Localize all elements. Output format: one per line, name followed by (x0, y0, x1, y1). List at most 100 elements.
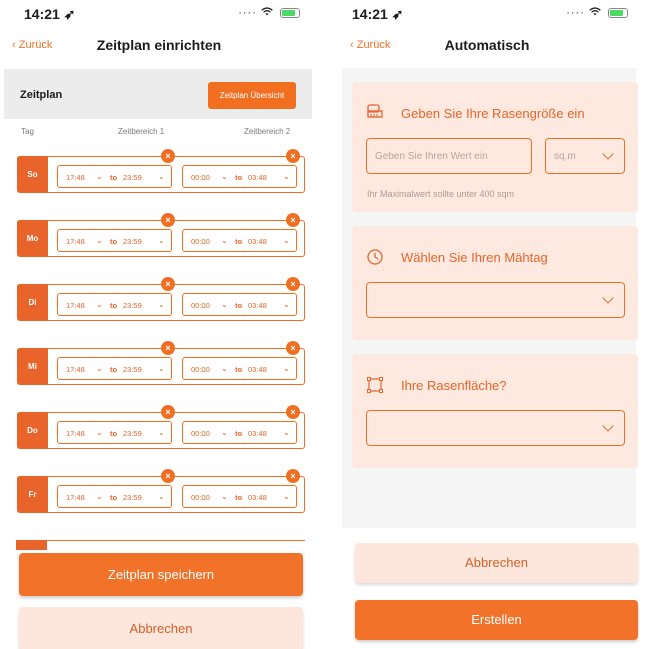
close-icon[interactable]: × (286, 213, 300, 227)
to-label: to (110, 173, 118, 182)
to-time[interactable]: 23:59 (123, 301, 142, 310)
to-time[interactable]: 23:59 (123, 429, 142, 438)
save-schedule-button[interactable]: Zeitplan speichern (19, 553, 303, 596)
to-label: to (235, 237, 243, 246)
close-icon[interactable]: × (161, 469, 175, 483)
to-time[interactable]: 03:48 (248, 365, 267, 374)
chevron-down-icon: ⌄ (221, 364, 228, 373)
from-time[interactable]: 17:48 (66, 429, 85, 438)
schedule-label: Zeitplan (20, 89, 63, 101)
chevron-down-icon: ⌄ (158, 492, 165, 501)
wifi-icon (589, 7, 605, 19)
page-title: Zeitplan einrichten (96, 37, 222, 53)
close-icon[interactable]: × (161, 341, 175, 355)
from-time[interactable]: 00:00 (191, 301, 210, 310)
to-time[interactable]: 03:48 (248, 173, 267, 182)
mow-day-select[interactable] (366, 282, 625, 318)
to-label: to (110, 365, 118, 374)
chevron-down-icon: ⌄ (283, 492, 290, 501)
close-icon[interactable]: × (286, 149, 300, 163)
to-label: to (235, 365, 243, 374)
time-range-1[interactable]: 17:48 ⌄ to 23:59 ⌄ (57, 485, 172, 508)
to-time[interactable]: 23:59 (123, 493, 142, 502)
from-time[interactable]: 17:48 (66, 237, 85, 246)
to-label: to (110, 493, 118, 502)
chevron-down-icon: ⌄ (283, 300, 290, 309)
wifi-icon (261, 7, 277, 19)
day-tag: Fr (17, 476, 48, 513)
schedule-header: Zeitplan Zeitplan Übersicht (4, 69, 312, 119)
from-time[interactable]: 17:48 (66, 301, 85, 310)
time-range-1[interactable]: 17:48 ⌄ to 23:59 ⌄ (57, 165, 172, 188)
from-time[interactable]: 00:00 (191, 365, 210, 374)
chevron-down-icon: ⌄ (96, 300, 103, 309)
day-tag: So (17, 156, 48, 193)
to-label: to (110, 237, 118, 246)
time-range-2[interactable]: 00:00 ⌄ to 03:48 ⌄ (182, 357, 297, 380)
automatic-screen: 14:21 ➶ ···· ‹ Zurück Automatisch Geben … (328, 0, 646, 649)
schedule-screen: 14:21 ➶ ···· ‹ Zurück Zeitplan einrichte… (0, 0, 318, 649)
time-range-2[interactable]: 00:00 ⌄ to 03:48 ⌄ (182, 485, 297, 508)
time-range-1[interactable]: 17:48 ⌄ to 23:59 ⌄ (57, 421, 172, 444)
cancel-button[interactable]: Abbrechen (19, 607, 303, 649)
time-range-1[interactable]: 17:48 ⌄ to 23:59 ⌄ (57, 293, 172, 316)
chevron-down-icon: ⌄ (221, 236, 228, 245)
to-time[interactable]: 23:59 (123, 365, 142, 374)
close-icon[interactable]: × (286, 405, 300, 419)
from-time[interactable]: 17:48 (66, 173, 85, 182)
day-row: So 17:48 ⌄ to 23:59 ⌄ × 00:00 ⌄ to 03:48… (17, 149, 305, 193)
close-icon[interactable]: × (286, 277, 300, 291)
chevron-down-icon: ⌄ (158, 236, 165, 245)
to-time[interactable]: 03:48 (248, 237, 267, 246)
chevron-down-icon: ⌄ (283, 428, 290, 437)
lawn-size-placeholder: Geben Sie Ihren Wert ein (375, 151, 488, 162)
nav-bar: ‹ Zurück Automatisch (328, 33, 646, 59)
close-icon[interactable]: × (286, 341, 300, 355)
lawn-size-title: Geben Sie Ihre Rasengröße ein (401, 106, 585, 121)
to-label: to (110, 429, 118, 438)
create-button[interactable]: Erstellen (355, 600, 638, 640)
to-label: to (110, 301, 118, 310)
unit-select[interactable]: sq.m (545, 138, 625, 174)
from-time[interactable]: 00:00 (191, 493, 210, 502)
schedule-overview-button[interactable]: Zeitplan Übersicht (208, 82, 296, 109)
status-time: 14:21 ➶ (24, 6, 76, 22)
from-time[interactable]: 00:00 (191, 237, 210, 246)
day-tag: Mi (17, 348, 48, 385)
chevron-down-icon: ⌄ (283, 172, 290, 181)
from-time[interactable]: 17:48 (66, 365, 85, 374)
close-icon[interactable]: × (161, 213, 175, 227)
column-range-1: Zeitbereich 1 (118, 127, 165, 136)
chevron-down-icon (602, 148, 614, 160)
close-icon[interactable]: × (161, 405, 175, 419)
lawn-area-title: Ihre Rasenfläche? (401, 378, 507, 393)
from-time[interactable]: 17:48 (66, 493, 85, 502)
mow-day-card: Wählen Sie Ihren Mähtag (352, 226, 638, 340)
close-icon[interactable]: × (286, 469, 300, 483)
close-icon[interactable]: × (161, 277, 175, 291)
time-range-2[interactable]: 00:00 ⌄ to 03:48 ⌄ (182, 293, 297, 316)
to-time[interactable]: 03:48 (248, 301, 267, 310)
lawn-size-input[interactable]: Geben Sie Ihren Wert ein (366, 138, 532, 174)
to-time[interactable]: 03:48 (248, 493, 267, 502)
chevron-down-icon: ⌄ (221, 300, 228, 309)
chevron-down-icon: ⌄ (96, 236, 103, 245)
page-title: Automatisch (444, 37, 530, 53)
time-range-2[interactable]: 00:00 ⌄ to 03:48 ⌄ (182, 421, 297, 444)
from-time[interactable]: 00:00 (191, 429, 210, 438)
day-row: Do 17:48 ⌄ to 23:59 ⌄ × 00:00 ⌄ to 03:48… (17, 405, 305, 449)
signal-icon: ···· (238, 7, 257, 19)
from-time[interactable]: 00:00 (191, 173, 210, 182)
time-range-1[interactable]: 17:48 ⌄ to 23:59 ⌄ (57, 229, 172, 252)
mow-day-title: Wählen Sie Ihren Mähtag (401, 250, 548, 265)
to-time[interactable]: 23:59 (123, 237, 142, 246)
to-time[interactable]: 03:48 (248, 429, 267, 438)
chevron-down-icon: ⌄ (158, 428, 165, 437)
lawn-area-select[interactable] (366, 410, 625, 446)
to-time[interactable]: 23:59 (123, 173, 142, 182)
time-range-1[interactable]: 17:48 ⌄ to 23:59 ⌄ (57, 357, 172, 380)
close-icon[interactable]: × (161, 149, 175, 163)
time-range-2[interactable]: 00:00 ⌄ to 03:48 ⌄ (182, 229, 297, 252)
time-range-2[interactable]: 00:00 ⌄ to 03:48 ⌄ (182, 165, 297, 188)
cancel-button[interactable]: Abbrechen (355, 543, 638, 583)
